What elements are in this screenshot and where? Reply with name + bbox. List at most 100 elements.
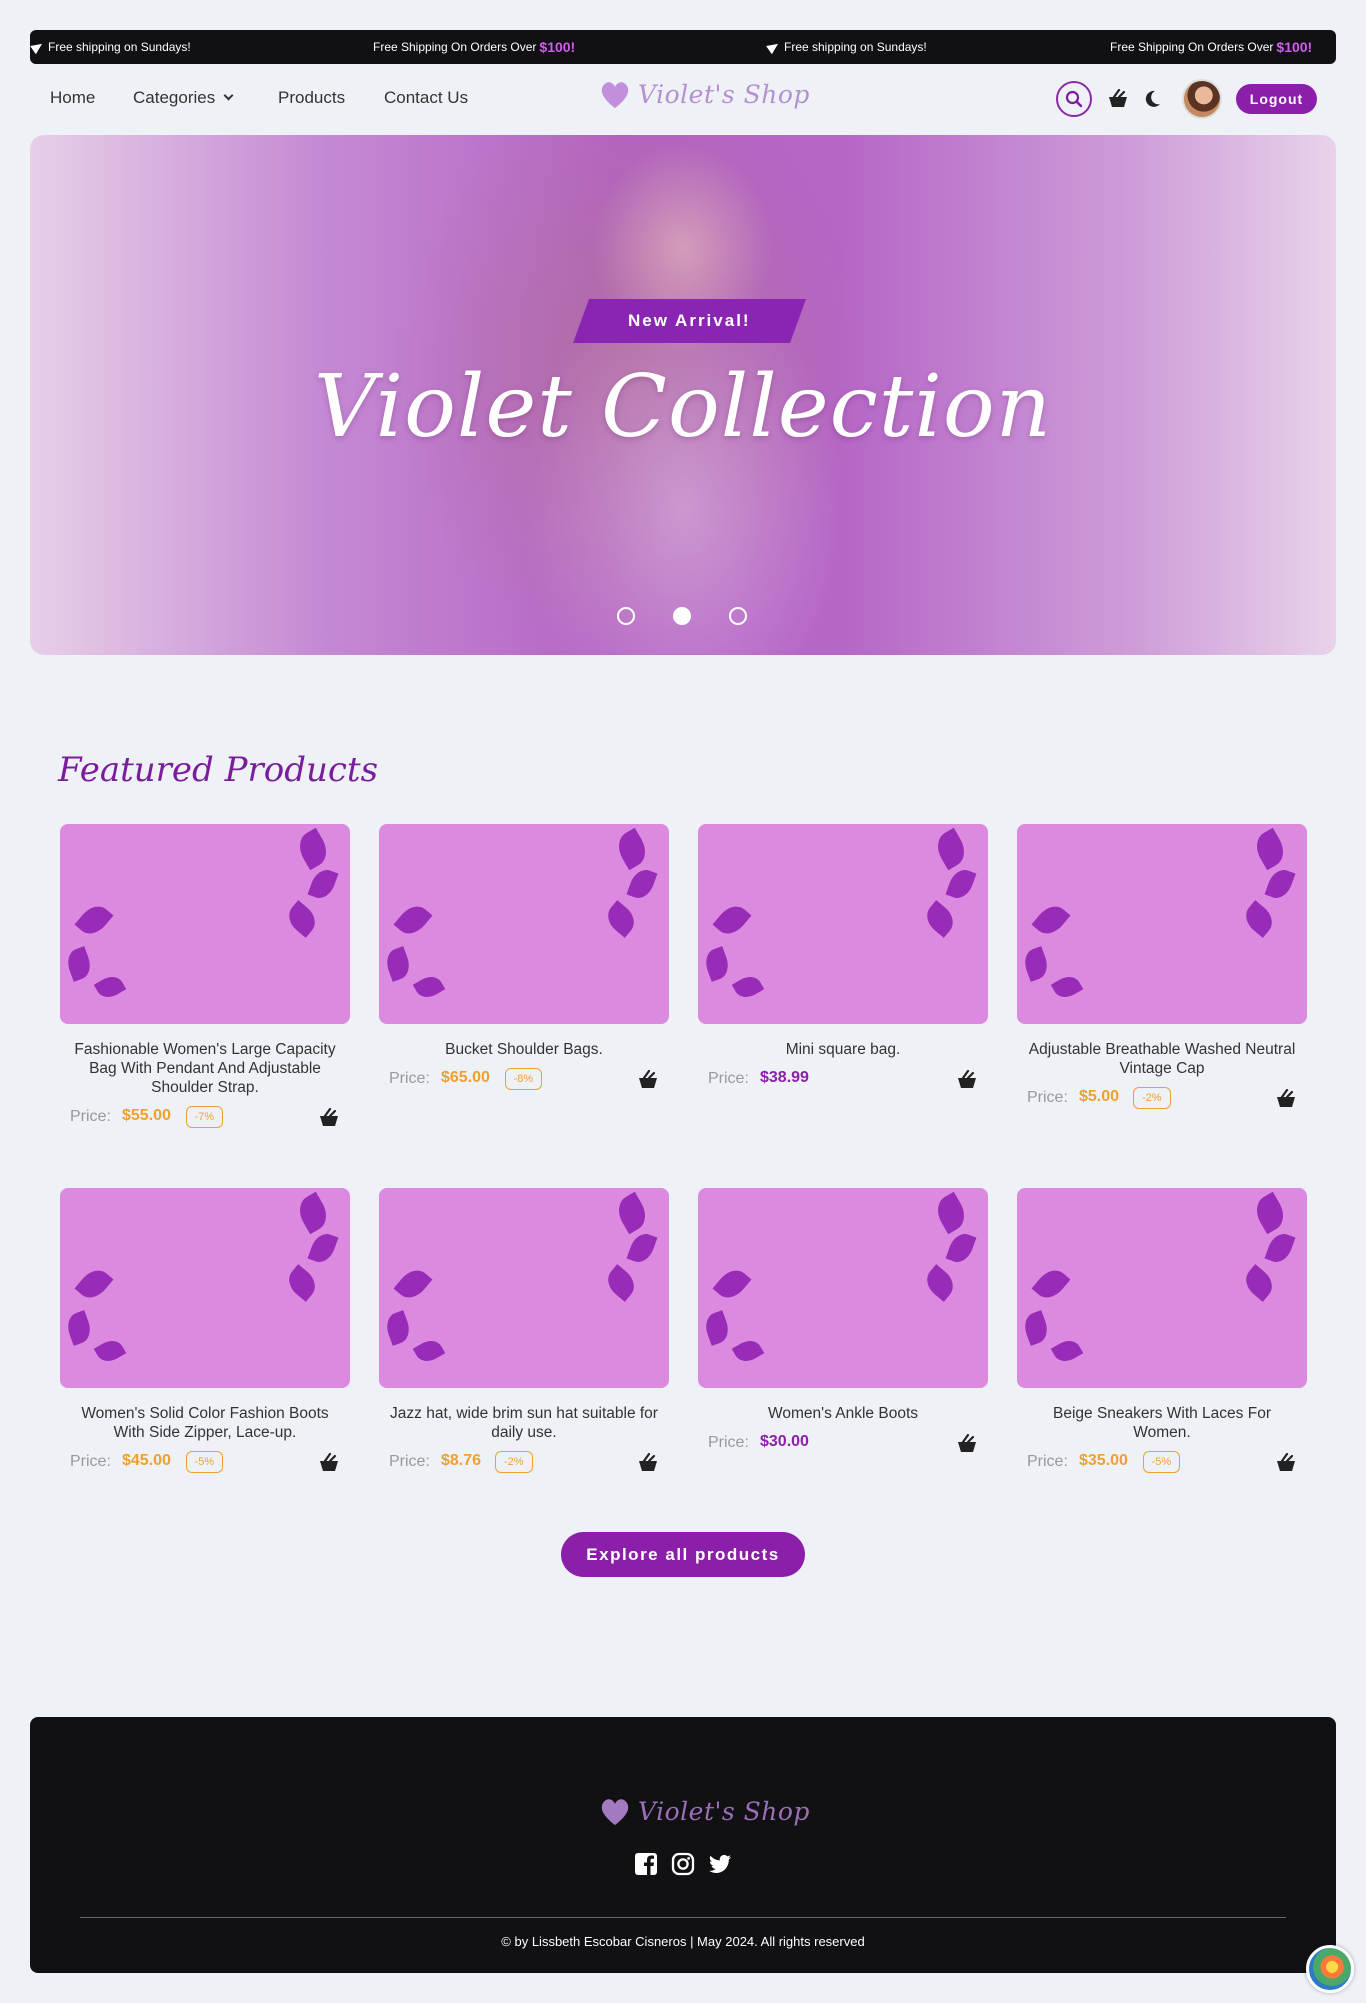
add-to-cart-icon[interactable] xyxy=(1275,1453,1297,1473)
product-image[interactable] xyxy=(1017,824,1307,1024)
decorative-leaf xyxy=(293,1191,333,1235)
product-card[interactable]: Jazz hat, wide brim sun hat suitable for… xyxy=(379,1188,669,1476)
nav-home-link[interactable]: Home xyxy=(50,88,95,108)
facebook-icon[interactable] xyxy=(634,1852,658,1876)
footer-copyright: © by Lissbeth Escobar Cisneros | May 202… xyxy=(501,1934,865,1949)
product-card[interactable]: Adjustable Breathable Washed Neutral Vin… xyxy=(1017,824,1307,1112)
instagram-icon[interactable] xyxy=(671,1852,695,1876)
nav-contact-link[interactable]: Contact Us xyxy=(384,88,468,108)
add-to-cart-icon[interactable] xyxy=(637,1070,659,1090)
product-price-row: Price: $8.76 -2% xyxy=(379,1448,669,1476)
decorative-leaf xyxy=(931,827,971,871)
add-to-cart-icon[interactable] xyxy=(956,1434,978,1454)
announcement-free-shipping-2: Free Shipping On Orders Over $100! xyxy=(1110,39,1313,55)
carousel-dot-3[interactable] xyxy=(729,607,747,625)
decorative-leaf xyxy=(701,946,733,982)
main-navbar: Home Categories Products Contact Us Viol… xyxy=(30,76,1336,122)
decorative-leaf xyxy=(74,900,114,940)
explore-all-products-button[interactable]: Explore all products xyxy=(561,1532,805,1577)
product-card[interactable]: Women's Solid Color Fashion Boots With S… xyxy=(60,1188,350,1476)
carousel-dot-1[interactable] xyxy=(617,607,635,625)
price-label: Price: xyxy=(1027,1453,1068,1470)
announcement-sunday-2: Free shipping on Sundays! xyxy=(766,30,927,64)
add-to-cart-icon[interactable] xyxy=(637,1453,659,1473)
nav-categories-dropdown[interactable]: Categories xyxy=(133,88,234,108)
carousel-dot-2[interactable] xyxy=(673,607,691,625)
announcement-free-shipping-1: Free Shipping On Orders Over $100! xyxy=(373,39,576,55)
product-price-row: Price: $65.00 -8% xyxy=(379,1065,669,1093)
decorative-leaf xyxy=(1031,900,1071,940)
decorative-leaf xyxy=(382,946,414,982)
decorative-leaf xyxy=(1031,1264,1071,1304)
decorative-leaf xyxy=(1020,946,1052,982)
decorative-leaf xyxy=(1264,866,1296,902)
decorative-leaf xyxy=(712,900,752,940)
price-label: Price: xyxy=(1027,1089,1068,1106)
decorative-leaf xyxy=(1050,971,1084,1003)
price-value: $55.00 xyxy=(122,1107,171,1124)
nav-products-link[interactable]: Products xyxy=(278,88,345,108)
product-price-row: Price: $5.00 -2% xyxy=(1017,1084,1307,1112)
decorative-leaf xyxy=(1239,900,1279,938)
product-price-row: Price: $30.00 xyxy=(698,1429,988,1457)
product-name: Adjustable Breathable Washed Neutral Vin… xyxy=(1028,1041,1296,1077)
product-image[interactable] xyxy=(60,1188,350,1388)
user-avatar[interactable] xyxy=(1182,79,1222,119)
hero-new-arrival-tag: New Arrival! xyxy=(572,299,807,343)
hero-carousel: New Arrival! Violet Collection xyxy=(30,135,1336,655)
add-to-cart-icon[interactable] xyxy=(956,1070,978,1090)
floating-widget-button[interactable] xyxy=(1306,1945,1354,1993)
product-name: Beige Sneakers With Laces For Women. xyxy=(1053,1405,1271,1441)
product-image[interactable] xyxy=(698,1188,988,1388)
decorative-leaf xyxy=(920,900,960,938)
footer: Violet's Shop © by Lissbeth Escobar Cisn… xyxy=(30,1717,1336,1973)
decorative-leaf xyxy=(393,900,433,940)
hero-title: Violet Collection xyxy=(313,357,1053,457)
heart-logo-icon xyxy=(601,1798,629,1825)
product-name: Fashionable Women's Large Capacity Bag W… xyxy=(74,1041,336,1096)
product-image[interactable] xyxy=(379,1188,669,1388)
product-image[interactable] xyxy=(379,824,669,1024)
decorative-leaf xyxy=(63,946,95,982)
add-to-cart-icon[interactable] xyxy=(318,1108,340,1128)
price-label: Price: xyxy=(708,1070,749,1087)
decorative-leaf xyxy=(731,971,765,1003)
price-value: $30.00 xyxy=(760,1433,809,1450)
discount-badge: -2% xyxy=(495,1451,533,1473)
price-value: $38.99 xyxy=(760,1069,809,1086)
product-name: Mini square bag. xyxy=(785,1041,901,1058)
product-card[interactable]: Bucket Shoulder Bags. Price: $65.00 -8% xyxy=(379,824,669,1093)
logout-button[interactable]: Logout xyxy=(1236,84,1317,114)
decorative-leaf xyxy=(307,866,339,902)
product-price-row: Price: $55.00 -7% xyxy=(60,1103,350,1131)
moon-icon[interactable] xyxy=(1142,89,1162,109)
discount-badge: -5% xyxy=(1142,1451,1181,1473)
product-image[interactable] xyxy=(1017,1188,1307,1388)
decorative-leaf xyxy=(1264,1230,1296,1266)
product-name: Women's Solid Color Fashion Boots With S… xyxy=(81,1405,329,1441)
add-to-cart-icon[interactable] xyxy=(318,1453,340,1473)
product-card[interactable]: Beige Sneakers With Laces For Women. Pric… xyxy=(1017,1188,1307,1476)
price-label: Price: xyxy=(708,1434,749,1451)
heart-logo-icon xyxy=(601,81,629,108)
decorative-leaf xyxy=(1050,1335,1084,1367)
footer-logo[interactable]: Violet's Shop xyxy=(600,1797,810,1826)
product-name: Bucket Shoulder Bags. xyxy=(445,1041,603,1058)
add-to-cart-icon[interactable] xyxy=(1275,1089,1297,1109)
shop-logo[interactable]: Violet's Shop xyxy=(600,80,810,109)
product-image[interactable] xyxy=(60,824,350,1024)
decorative-leaf xyxy=(93,1335,127,1367)
search-button[interactable] xyxy=(1056,81,1092,117)
product-card[interactable]: Mini square bag. Price: $38.99 xyxy=(698,824,988,1093)
twitter-icon[interactable] xyxy=(708,1852,732,1876)
decorative-leaf xyxy=(1250,827,1290,871)
decorative-leaf xyxy=(74,1264,114,1304)
product-card[interactable]: Fashionable Women's Large Capacity Bag W… xyxy=(60,824,350,1131)
cart-basket-icon[interactable] xyxy=(1107,89,1129,109)
price-label: Price: xyxy=(70,1108,111,1125)
product-name: Women's Ankle Boots xyxy=(768,1405,918,1422)
product-image[interactable] xyxy=(698,824,988,1024)
decorative-leaf xyxy=(412,1335,446,1367)
product-card[interactable]: Women's Ankle Boots Price: $30.00 xyxy=(698,1188,988,1457)
product-price-row: Price: $45.00 -5% xyxy=(60,1448,350,1476)
